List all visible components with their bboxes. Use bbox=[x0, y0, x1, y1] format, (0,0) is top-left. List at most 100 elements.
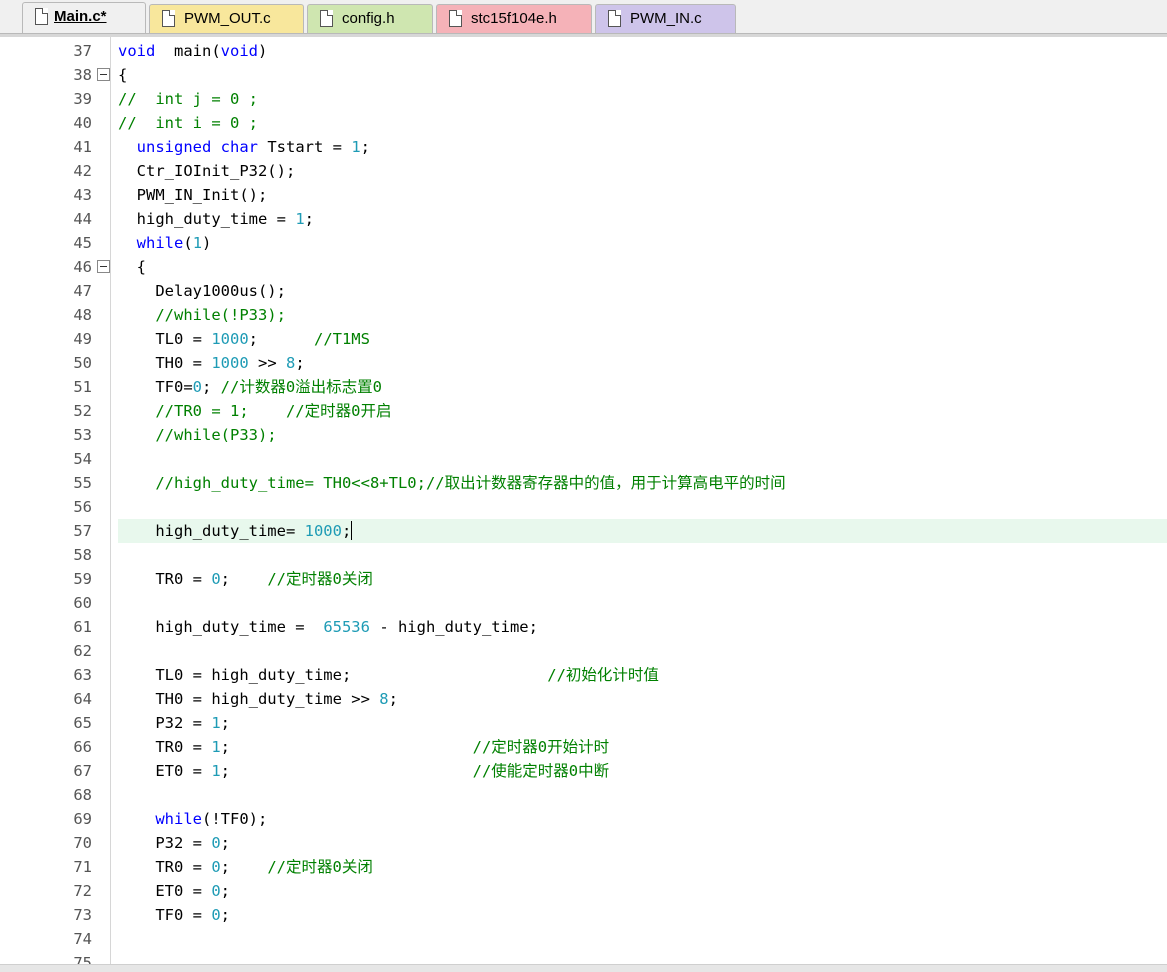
line-number: 51 bbox=[73, 378, 92, 396]
code-line[interactable]: 61 high_duty_time = 65536 - high_duty_ti… bbox=[0, 615, 1167, 639]
code-line[interactable]: 44 high_duty_time = 1; bbox=[0, 207, 1167, 231]
code-token: { bbox=[118, 66, 128, 84]
code-line[interactable]: 39 // int j = 0 ; bbox=[0, 87, 1167, 111]
number-token: 1 bbox=[211, 714, 221, 732]
line-number: 46 bbox=[73, 258, 92, 276]
code-token: ; bbox=[341, 522, 352, 540]
code-text: TH0 = high_duty_time >> 8; bbox=[118, 687, 398, 711]
comment-token: //high_duty_time= TH0<<8+TL0;//取出计数器寄存器中… bbox=[118, 474, 786, 492]
code-line[interactable]: 48 //while(!P33); bbox=[0, 303, 1167, 327]
number-token: 65536 bbox=[323, 618, 370, 636]
code-line[interactable]: 71 TR0 = 0; //定时器0关闭 bbox=[0, 855, 1167, 879]
code-line[interactable]: 68 bbox=[0, 783, 1167, 807]
tab-label: config.h bbox=[342, 10, 395, 27]
tab-config-h[interactable]: config.h bbox=[307, 4, 433, 33]
tab-pwm-in-c[interactable]: PWM_IN.c bbox=[595, 4, 736, 33]
code-line[interactable]: 65 P32 = 1; bbox=[0, 711, 1167, 735]
code-line[interactable]: 54 bbox=[0, 447, 1167, 471]
code-line[interactable]: 45 while(1) bbox=[0, 231, 1167, 255]
line-number: 53 bbox=[73, 426, 92, 444]
line-number: 52 bbox=[73, 402, 92, 420]
keyword-token: unsigned char bbox=[136, 138, 258, 156]
line-number: 66 bbox=[73, 738, 92, 756]
code-line[interactable]: 74 bbox=[0, 927, 1167, 951]
line-number: 40 bbox=[73, 114, 92, 132]
code-line[interactable]: 64 TH0 = high_duty_time >> 8; bbox=[0, 687, 1167, 711]
tab-pwm-out-c[interactable]: PWM_OUT.c bbox=[149, 4, 304, 33]
file-icon bbox=[35, 8, 48, 25]
code-line[interactable]: 67 ET0 = 1; //使能定时器0中断 bbox=[0, 759, 1167, 783]
code-token: high_duty_time= bbox=[118, 522, 305, 540]
code-text: //high_duty_time= TH0<<8+TL0;//取出计数器寄存器中… bbox=[118, 471, 786, 495]
line-number: 55 bbox=[73, 474, 92, 492]
line-number: 69 bbox=[73, 810, 92, 828]
code-token: TH0 = bbox=[118, 354, 212, 372]
code-line[interactable]: 41 unsigned char Tstart = 1; bbox=[0, 135, 1167, 159]
line-number: 48 bbox=[73, 306, 92, 324]
code-line[interactable]: 53 //while(P33); bbox=[0, 423, 1167, 447]
code-line[interactable]: 58 bbox=[0, 543, 1167, 567]
code-line[interactable]: 49 TL0 = 1000; //T1MS bbox=[0, 327, 1167, 351]
line-number: 45 bbox=[73, 234, 92, 252]
fold-collapse-icon[interactable] bbox=[97, 68, 110, 81]
line-number: 54 bbox=[73, 450, 92, 468]
code-line[interactable]: 46 { bbox=[0, 255, 1167, 279]
line-number: 37 bbox=[73, 42, 92, 60]
code-line[interactable]: 38 { bbox=[0, 63, 1167, 87]
number-token: 0 bbox=[192, 378, 202, 396]
code-token: ; bbox=[202, 378, 221, 396]
file-tab-bar: Main.c* PWM_OUT.c config.h stc15f104e.h PWM_… bbox=[0, 0, 1167, 37]
code-text: TF0=0; //计数器0溢出标志置0 bbox=[118, 375, 382, 399]
code-line[interactable]: 55 //high_duty_time= TH0<<8+TL0;//取出计数器寄… bbox=[0, 471, 1167, 495]
code-line[interactable]: 51 TF0=0; //计数器0溢出标志置0 bbox=[0, 375, 1167, 399]
line-number: 67 bbox=[73, 762, 92, 780]
code-text: while(!TF0); bbox=[118, 807, 267, 831]
code-line[interactable]: 73 TF0 = 0; bbox=[0, 903, 1167, 927]
fold-collapse-icon[interactable] bbox=[97, 260, 110, 273]
code-editor[interactable]: 37 void main(void) 38 {39 // int j = 0 ; 40 //… bbox=[0, 37, 1167, 964]
comment-token: //使能定时器0中断 bbox=[472, 762, 610, 780]
comment-token: //while(P33); bbox=[118, 426, 277, 444]
tab-label: PWM_IN.c bbox=[630, 10, 702, 27]
code-line[interactable]: 57 high_duty_time= 1000; bbox=[0, 519, 1167, 543]
code-text: Ctr_IOInit_P32(); bbox=[118, 159, 296, 183]
code-line[interactable]: 66 TR0 = 1; //定时器0开始计时 bbox=[0, 735, 1167, 759]
code-text: { bbox=[118, 63, 127, 87]
code-line[interactable]: 56 bbox=[0, 495, 1167, 519]
number-token: 8 bbox=[285, 354, 296, 372]
tab-main-c[interactable]: Main.c* bbox=[22, 2, 146, 35]
code-line[interactable]: 60 bbox=[0, 591, 1167, 615]
code-line[interactable]: 43 PWM_IN_Init(); bbox=[0, 183, 1167, 207]
code-token: ; bbox=[248, 330, 314, 348]
line-number: 49 bbox=[73, 330, 92, 348]
code-text: //while(P33); bbox=[118, 423, 277, 447]
number-token: 1000 bbox=[211, 330, 249, 348]
code-line[interactable]: 40 // int i = 0 ; bbox=[0, 111, 1167, 135]
line-number: 63 bbox=[73, 666, 92, 684]
code-text: high_duty_time = 65536 - high_duty_time; bbox=[118, 615, 538, 639]
code-line[interactable]: 37 void main(void) bbox=[0, 39, 1167, 63]
code-line[interactable]: 70 P32 = 0; bbox=[0, 831, 1167, 855]
comment-token: //定时器0关闭 bbox=[267, 570, 373, 588]
number-token: 0 bbox=[211, 570, 221, 588]
code-token: Delay1000us(); bbox=[118, 282, 286, 300]
code-line[interactable]: 69 while(!TF0); bbox=[0, 807, 1167, 831]
code-line[interactable]: 59 TR0 = 0; //定时器0关闭 bbox=[0, 567, 1167, 591]
code-text: TR0 = 1; //定时器0开始计时 bbox=[118, 735, 609, 759]
code-text: //while(!P33); bbox=[118, 303, 286, 327]
code-line[interactable]: 47 Delay1000us(); bbox=[0, 279, 1167, 303]
code-token: ; bbox=[220, 738, 473, 756]
code-line[interactable]: 50 TH0 = 1000 >> 8; bbox=[0, 351, 1167, 375]
code-line[interactable]: 62 bbox=[0, 639, 1167, 663]
code-line[interactable]: 42 Ctr_IOInit_P32(); bbox=[0, 159, 1167, 183]
code-token: TR0 = bbox=[118, 858, 212, 876]
tab-stc15f104e-h[interactable]: stc15f104e.h bbox=[436, 4, 592, 33]
code-token: - high_duty_time; bbox=[369, 618, 538, 636]
code-line[interactable]: 72 ET0 = 0; bbox=[0, 879, 1167, 903]
code-line[interactable]: 63 TL0 = high_duty_time; //初始化计时值 bbox=[0, 663, 1167, 687]
code-token: TL0 = bbox=[118, 330, 212, 348]
line-number: 43 bbox=[73, 186, 92, 204]
code-line[interactable]: 75 bbox=[0, 951, 1167, 964]
code-line[interactable]: 52 //TR0 = 1; //定时器0开启 bbox=[0, 399, 1167, 423]
